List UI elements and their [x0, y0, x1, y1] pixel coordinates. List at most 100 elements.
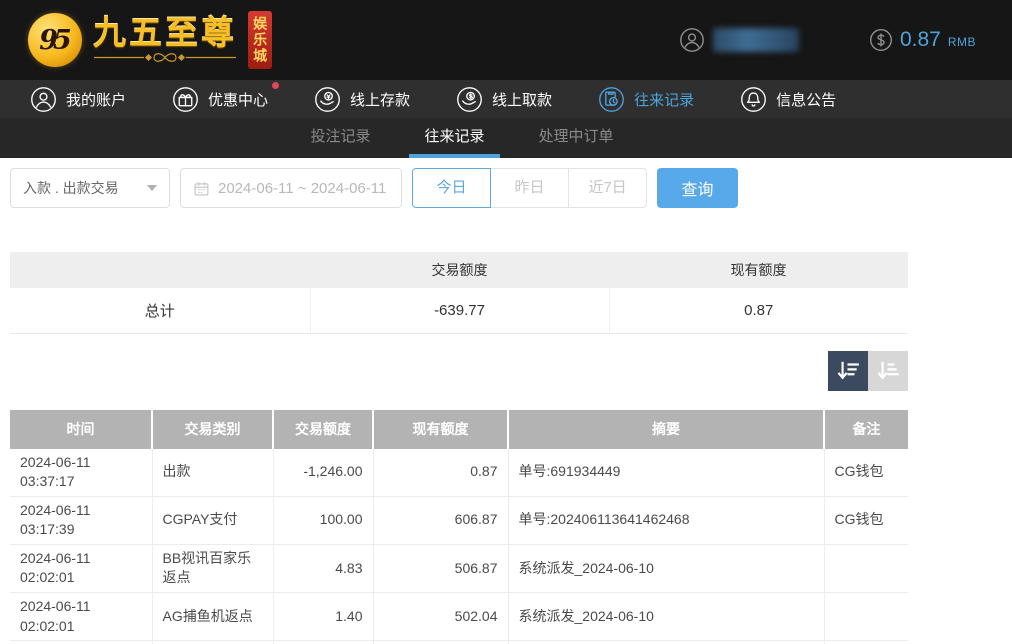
- nav-item-label: 我的账户: [66, 89, 126, 110]
- cell-summary: 系统派发_2024-06-10: [508, 593, 824, 641]
- table-row: 2024-06-11 02:02:01BB视讯百家乐返点4.83506.87系统…: [10, 544, 908, 592]
- nav-item-label: 优惠中心: [208, 89, 268, 110]
- sub-tab-bar: 投注记录往来记录处理中订单: [0, 118, 1012, 158]
- nav-item-label: 线上取款: [492, 89, 552, 110]
- subtab[interactable]: 投注记录: [295, 118, 385, 158]
- subtab[interactable]: 往来记录: [409, 118, 499, 158]
- summary-table: 交易额度 现有额度 总计 -639.77 0.87: [10, 252, 908, 334]
- brand-badge: 娱乐城: [248, 11, 272, 69]
- nav-item-label: 往来记录: [634, 89, 694, 110]
- chevron-down-icon: [147, 185, 157, 191]
- cell-type: BB视讯百家乐返点: [152, 544, 273, 592]
- column-header-summary: 摘要: [508, 410, 824, 449]
- cell-summary: 单号:202406113641462468: [508, 496, 824, 544]
- summary-total-label: 总计: [10, 288, 310, 333]
- quick-date-group: 今日昨日近7日: [412, 168, 647, 208]
- summary-total-row: 总计 -639.77 0.87: [10, 288, 908, 333]
- nav-item-records[interactable]: 往来记录: [598, 86, 694, 113]
- cell-remark: CG钱包: [824, 496, 908, 544]
- app-header: 95 九五至尊 娱乐城: [0, 0, 1012, 80]
- transaction-type-value: 入款 . 出款交易: [23, 178, 119, 198]
- column-header-remark: 备注: [824, 410, 908, 449]
- table-header-row: 时间交易类别交易额度现有额度摘要备注: [10, 410, 908, 449]
- user-circle-icon: [30, 86, 57, 113]
- filter-bar: 入款 . 出款交易 2024-06-11 ~ 2024-06-11 今日昨日近7…: [10, 168, 908, 208]
- notification-dot: [272, 82, 279, 89]
- cell-amount: -1,246.00: [273, 449, 373, 497]
- cell-type: CGPAY支付: [152, 496, 273, 544]
- cell-balance: 506.87: [373, 544, 508, 592]
- nav-item-gift[interactable]: 优惠中心: [172, 86, 268, 113]
- cell-remark: CG钱包: [824, 449, 908, 497]
- date-range-value: 2024-06-11 ~ 2024-06-11: [218, 180, 386, 197]
- cell-type: 出款: [152, 449, 273, 497]
- cell-amount: 100.00: [273, 496, 373, 544]
- cell-time: 2024-06-11 03:37:17: [10, 449, 152, 497]
- nav-item-bell[interactable]: 信息公告: [740, 86, 836, 113]
- cell-remark: [824, 593, 908, 641]
- nav-item-withdraw[interactable]: 线上取款: [456, 86, 552, 113]
- balance-currency: RMB: [948, 35, 976, 49]
- date-range-input[interactable]: 2024-06-11 ~ 2024-06-11: [180, 168, 402, 208]
- column-header-type: 交易类别: [152, 410, 273, 449]
- user-account[interactable]: [679, 27, 799, 53]
- summary-header-row: 交易额度 现有额度: [10, 252, 908, 288]
- sort-controls: [10, 351, 908, 391]
- nav-item-label: 线上存款: [350, 89, 410, 110]
- transaction-type-select[interactable]: 入款 . 出款交易: [10, 168, 170, 208]
- username-censored: [713, 28, 799, 52]
- content-area: 入款 . 出款交易 2024-06-11 ~ 2024-06-11 今日昨日近7…: [10, 168, 908, 644]
- summary-col-current-balance: 现有额度: [609, 252, 908, 288]
- sort-descending-button[interactable]: [828, 351, 868, 391]
- bell-icon: [740, 86, 767, 113]
- cell-amount: 1.40: [273, 593, 373, 641]
- cell-balance: 0.87: [373, 449, 508, 497]
- sort-descending-icon: [835, 358, 861, 384]
- table-row: 2024-06-11 03:37:17出款-1,246.000.87单号:691…: [10, 449, 908, 497]
- cell-time: 2024-06-11 03:17:39: [10, 496, 152, 544]
- cell-summary: 单号:691934449: [508, 449, 824, 497]
- quick-date-button[interactable]: 昨日: [490, 168, 569, 208]
- cell-balance: 502.04: [373, 593, 508, 641]
- records-icon: [598, 86, 625, 113]
- summary-balance-total: 0.87: [609, 288, 908, 333]
- cell-time: 2024-06-11 02:02:01: [10, 593, 152, 641]
- cell-type: AG捕鱼机返点: [152, 593, 273, 641]
- emblem-monogram: 95: [39, 25, 67, 56]
- brand-name: 九五至尊: [93, 16, 237, 51]
- column-header-balance: 现有额度: [373, 410, 508, 449]
- cell-amount: 4.83: [273, 544, 373, 592]
- dollar-icon: [869, 28, 893, 52]
- quick-date-button[interactable]: 近7日: [568, 168, 647, 208]
- table-row: 2024-06-11 03:17:39CGPAY支付100.00606.87单号…: [10, 496, 908, 544]
- nav-item-user-circle[interactable]: 我的账户: [30, 86, 126, 113]
- subtab[interactable]: 处理中订单: [524, 118, 629, 158]
- nav-item-label: 信息公告: [776, 89, 836, 110]
- balance-amount: 0.87: [900, 28, 941, 52]
- query-button[interactable]: 查询: [657, 168, 738, 208]
- cell-summary: 系统派发_2024-06-10: [508, 544, 824, 592]
- cell-remark: [824, 544, 908, 592]
- nav-item-deposit[interactable]: 线上存款: [314, 86, 410, 113]
- calendar-icon: [193, 180, 210, 197]
- brand-logo[interactable]: 95 九五至尊 娱乐城: [28, 11, 304, 69]
- summary-col-blank: [10, 252, 310, 288]
- flourish-decoration: [90, 51, 240, 64]
- cell-balance: 606.87: [373, 496, 508, 544]
- summary-transaction-total: -639.77: [310, 288, 609, 333]
- sort-ascending-button[interactable]: [868, 351, 908, 391]
- brand-emblem-icon: 95: [28, 13, 82, 67]
- gift-icon: [172, 86, 199, 113]
- sort-ascending-icon: [875, 358, 901, 384]
- balance[interactable]: 0.87 RMB: [869, 28, 976, 52]
- summary-col-transaction-amount: 交易额度: [310, 252, 609, 288]
- withdraw-icon: [456, 86, 483, 113]
- deposit-icon: [314, 86, 341, 113]
- column-header-time: 时间: [10, 410, 152, 449]
- cell-time: 2024-06-11 02:02:01: [10, 544, 152, 592]
- quick-date-button[interactable]: 今日: [412, 168, 491, 208]
- table-row: 2024-06-11 02:02:01AG捕鱼机返点1.40502.04系统派发…: [10, 593, 908, 641]
- main-nav: 我的账户 优惠中心 线上存款 线上取款 往来记录 信息公告: [0, 80, 1012, 118]
- transactions-table: 时间交易类别交易额度现有额度摘要备注 2024-06-11 03:37:17出款…: [10, 410, 908, 644]
- column-header-amount: 交易额度: [273, 410, 373, 449]
